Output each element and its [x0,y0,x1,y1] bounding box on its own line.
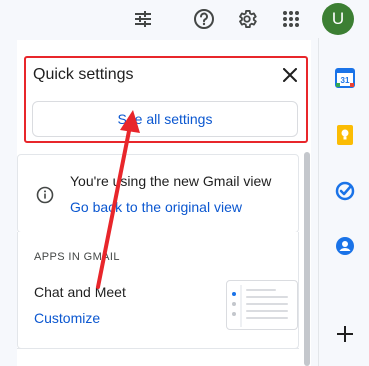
side-panel-divider [318,38,319,366]
chat-meet-layout-thumbnail[interactable] [226,280,298,330]
scrollbar[interactable] [304,152,310,366]
gmail-view-info-text: You're using the new Gmail view [70,173,272,189]
gmail-view-card [17,154,299,233]
help-icon[interactable] [189,4,219,34]
chat-and-meet-label: Chat and Meet [34,284,126,300]
info-icon [36,186,54,204]
apps-in-gmail-heading: APPS IN GMAIL [34,251,120,263]
keep-icon[interactable] [334,124,356,146]
close-icon[interactable] [280,65,300,85]
settings-gear-icon[interactable] [232,4,262,34]
calendar-icon[interactable]: 31 [334,67,356,89]
see-all-settings-button[interactable]: See all settings [32,101,298,137]
tasks-icon[interactable] [334,180,356,202]
add-icon[interactable] [334,323,356,345]
apps-grid-icon[interactable] [276,4,306,34]
avatar[interactable]: U [322,3,354,35]
panel-divider [17,348,299,349]
quick-settings-title: Quick settings [33,66,134,83]
contacts-icon[interactable] [334,235,356,257]
filter-icon[interactable] [128,4,158,34]
calendar-day-number: 31 [341,76,350,85]
customize-link[interactable]: Customize [34,310,100,326]
top-bar: U [0,0,369,38]
go-back-original-view-link[interactable]: Go back to the original view [70,199,242,215]
